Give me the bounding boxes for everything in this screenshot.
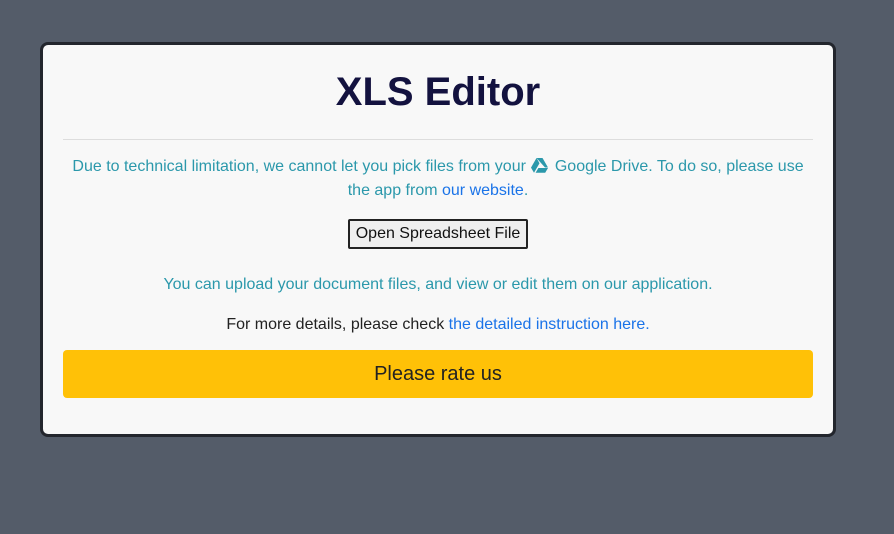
divider <box>63 139 813 140</box>
please-rate-us-button[interactable]: Please rate us <box>63 350 813 398</box>
page-title: XLS Editor <box>335 70 541 114</box>
detailed-instruction-link[interactable]: the detailed instruction here. <box>449 316 650 333</box>
drive-limitation-notice: Due to technical limitation, we cannot l… <box>63 155 813 203</box>
open-spreadsheet-file-button[interactable]: Open Spreadsheet File <box>347 219 529 249</box>
our-website-link[interactable]: our website <box>442 182 524 199</box>
open-file-row: Open Spreadsheet File <box>63 219 813 249</box>
notice-text-before: Due to technical limitation, we cannot l… <box>72 158 526 175</box>
google-drive-icon <box>531 157 549 173</box>
google-drive-label: Google Drive <box>554 158 649 175</box>
main-card: XLS Editor Due to technical limitation, … <box>40 42 836 437</box>
details-text: For more details, please check <box>226 316 445 333</box>
notice-text-end: . <box>523 182 529 199</box>
details-line: For more details, please check the detai… <box>63 314 813 336</box>
upload-info-text: You can upload your document files, and … <box>163 276 713 293</box>
